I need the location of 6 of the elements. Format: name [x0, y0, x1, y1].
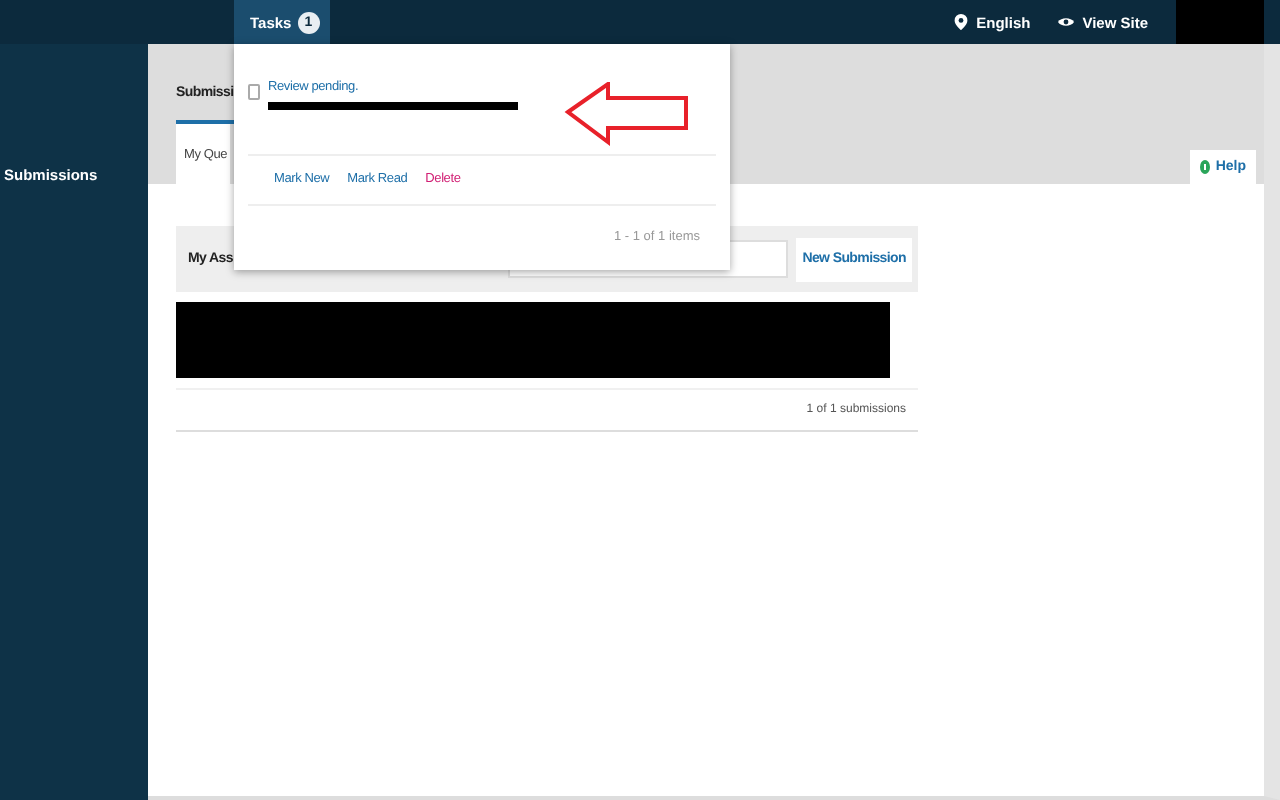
eye-icon — [1058, 16, 1075, 28]
annotation-arrow — [564, 82, 692, 146]
info-icon — [1199, 160, 1210, 174]
redaction-block — [1176, 0, 1264, 44]
checkbox[interactable] — [248, 84, 260, 100]
map-pin-icon — [954, 14, 969, 30]
